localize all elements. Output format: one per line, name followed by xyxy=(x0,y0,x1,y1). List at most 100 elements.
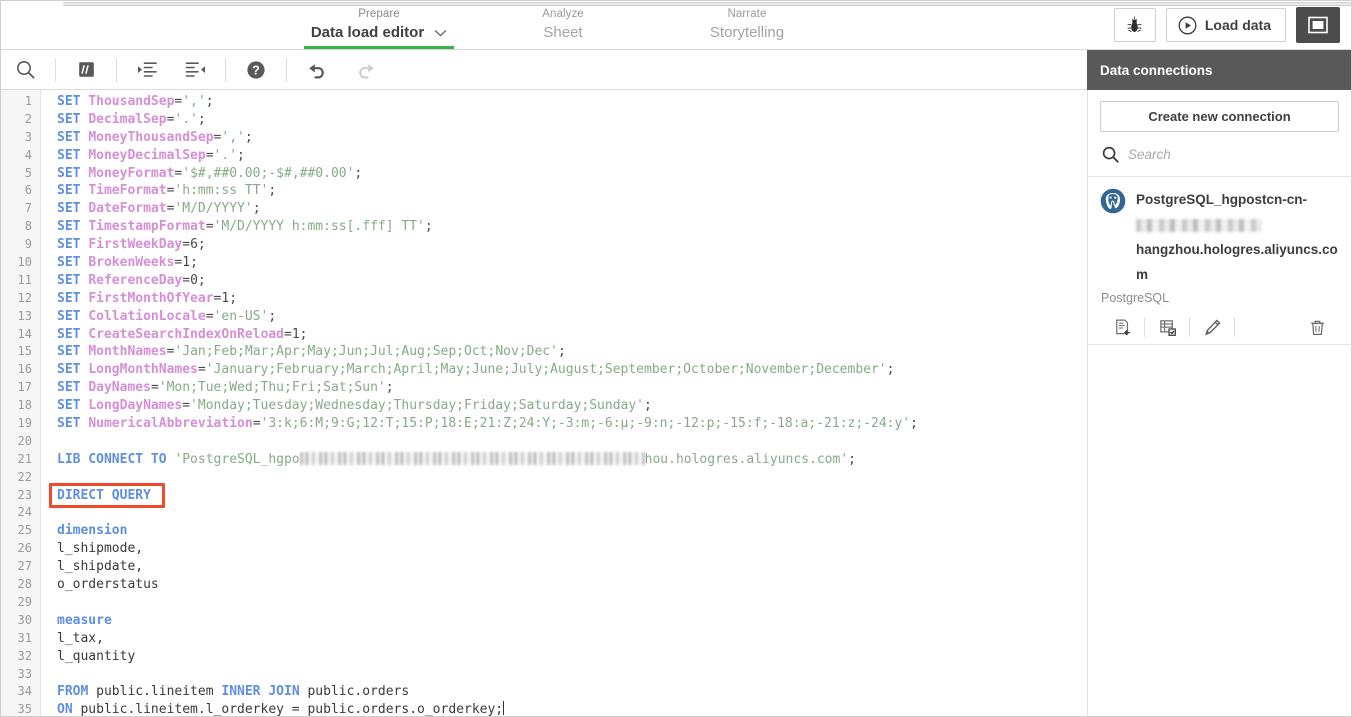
nav-tab-label-data-load-editor: Data load editor xyxy=(310,24,425,41)
line-number: 30 xyxy=(17,612,32,627)
line-number: 1 xyxy=(24,94,32,108)
code-line[interactable]: SET MoneyDecimalSep='.'; xyxy=(57,147,1087,165)
code-token: ; xyxy=(205,94,214,109)
line-number: 16 xyxy=(17,362,32,377)
search-input[interactable]: Search xyxy=(1128,147,1171,162)
code-token: MoneyFormat xyxy=(88,165,175,181)
code-line[interactable] xyxy=(57,504,1087,522)
line-number: 21 xyxy=(17,451,32,466)
nav-tab-data-load-editor[interactable]: Prepare Data load editor xyxy=(287,1,471,49)
code-line[interactable]: SET BrokenWeeks=1; xyxy=(57,254,1087,272)
line-number: 17 xyxy=(17,380,32,395)
code-token: LIB CONNECT TO xyxy=(57,451,175,467)
code-line[interactable]: SET LongMonthNames='January;February;Mar… xyxy=(57,361,1087,379)
edit-pencil-icon[interactable] xyxy=(1190,310,1234,344)
code-line[interactable]: measure xyxy=(57,612,1087,630)
code-token: SET xyxy=(57,183,89,199)
code-line[interactable]: l_quantity xyxy=(57,648,1087,666)
line-number: 26 xyxy=(17,541,32,556)
code-token: ; xyxy=(557,344,566,360)
code-token: INNER JOIN xyxy=(221,684,308,700)
code-line[interactable]: SET CreateSearchIndexOnReload=1; xyxy=(57,326,1087,344)
code-token: 'h:mm:ss TT' xyxy=(174,183,269,199)
code-token: '.' xyxy=(213,147,238,163)
code-token: FROM xyxy=(57,684,97,700)
comment-icon[interactable] xyxy=(62,50,110,89)
code-token: ; xyxy=(299,326,308,342)
code-line[interactable]: SET DecimalSep='.'; xyxy=(57,111,1087,129)
code-line[interactable]: SET TimestampFormat='M/D/YYYY h:mm:ss[.f… xyxy=(57,218,1087,236)
search-icon[interactable] xyxy=(1,50,49,89)
line-number: 11 xyxy=(17,272,32,287)
code-token: SET xyxy=(57,362,89,378)
code-token: 'PostgreSQL_hgpo xyxy=(174,451,300,467)
line-number: 2 xyxy=(24,111,32,126)
code-line[interactable]: SET CollationLocale='en-US'; xyxy=(57,308,1087,326)
code-token: ; xyxy=(197,272,206,288)
code-line[interactable]: l_tax, xyxy=(57,630,1087,648)
code-line[interactable]: SET NumericalAbbreviation='3:k;6:M;9:G;1… xyxy=(57,415,1087,433)
code-token: ; xyxy=(197,111,206,127)
code-line[interactable] xyxy=(57,469,1087,487)
load-data-button[interactable]: Load data xyxy=(1165,8,1286,42)
connection-type-label: PostgreSQL xyxy=(1101,291,1170,305)
code-token: dimension xyxy=(57,523,128,539)
create-new-connection-button[interactable]: Create new connection xyxy=(1100,101,1339,132)
code-line[interactable]: SET DateFormat='M/D/YYYY'; xyxy=(57,200,1087,218)
code-line[interactable]: l_shipdate, xyxy=(57,558,1087,576)
insert-connection-string-icon[interactable] xyxy=(1100,310,1144,344)
undo-icon[interactable] xyxy=(293,50,341,89)
code-line[interactable]: LIB CONNECT TO 'PostgreSQL_hgpo hou.holog… xyxy=(57,451,1087,469)
code-line[interactable] xyxy=(57,666,1087,684)
toggle-right-panel-button[interactable] xyxy=(1296,7,1340,43)
connection-name-line4: m xyxy=(1136,267,1149,282)
delete-trash-icon[interactable] xyxy=(1295,310,1339,344)
chevron-down-icon[interactable] xyxy=(434,29,447,37)
code-line[interactable]: SET MoneyThousandSep=','; xyxy=(57,129,1087,147)
nav-tab-sheet[interactable]: Analyze Sheet xyxy=(471,1,655,49)
nav-tab-storytelling[interactable]: Narrate Storytelling xyxy=(655,1,839,49)
code-line[interactable]: SET ThousandSep=','; xyxy=(57,93,1087,111)
indent-icon[interactable] xyxy=(123,50,171,89)
code-line[interactable]: l_shipmode, xyxy=(57,540,1087,558)
code-token: ; xyxy=(424,219,433,235)
code-line[interactable]: o_orderstatus xyxy=(57,576,1087,594)
code-token: LongMonthNames xyxy=(88,362,198,378)
code-token: l_tax, xyxy=(57,630,104,646)
code-token: TimestampFormat xyxy=(88,219,206,235)
code-line[interactable]: SET MonthNames='Jan;Feb;Mar;Apr;May;Jun;… xyxy=(57,343,1087,361)
code-line[interactable] xyxy=(57,433,1087,451)
code-line[interactable]: DIRECT QUERY xyxy=(57,487,1087,505)
code-line[interactable]: dimension xyxy=(57,522,1087,540)
code-line[interactable]: FROM public.lineitem INNER JOIN public.o… xyxy=(57,683,1087,701)
code-token: l_shipmode, xyxy=(57,541,144,557)
debug-button[interactable] xyxy=(1113,8,1156,42)
select-data-icon[interactable] xyxy=(1145,310,1189,344)
code-line[interactable] xyxy=(57,594,1087,612)
code-line[interactable]: SET ReferenceDay=0; xyxy=(57,272,1087,290)
code-token: 6 xyxy=(190,237,198,253)
main-body: 1 2 3 4 5 6 7 8 9 10 11 12 13 14 15 16 17 18 19 20 21 22 23 24 2… xyxy=(1,90,1351,716)
code-line[interactable]: SET FirstMonthOfYear=1; xyxy=(57,290,1087,308)
code-line[interactable]: SET TimeFormat='h:mm:ss TT'; xyxy=(57,182,1087,200)
outdent-icon[interactable] xyxy=(171,50,219,89)
code-line[interactable]: SET DayNames='Mon;Tue;Wed;Thu;Fri;Sat;Su… xyxy=(57,379,1087,397)
line-number: 20 xyxy=(17,433,32,448)
connection-name-line3: hangzhou.hologres.aliyuncs.co xyxy=(1136,242,1338,257)
code-line[interactable]: SET LongDayNames='Monday;Tuesday;Wednesd… xyxy=(57,397,1087,415)
code-content[interactable]: SET ThousandSep=','; SET DecimalSep='.'; S… xyxy=(41,90,1087,716)
code-token: public.lineitem.l_orderkey = public.orde… xyxy=(80,702,504,716)
code-token: DecimalSep xyxy=(88,111,167,127)
line-number: 5 xyxy=(24,165,32,180)
connection-list-item[interactable]: PostgreSQL_hgpostcn-cn-hangzhou.hologres… xyxy=(1088,177,1351,345)
code-token: DayNames xyxy=(88,380,151,396)
action-divider-3 xyxy=(1234,317,1235,337)
code-token: BrokenWeeks xyxy=(88,255,175,271)
code-line[interactable]: SET FirstWeekDay=6; xyxy=(57,236,1087,254)
connection-search-row[interactable]: Search xyxy=(1088,132,1351,177)
help-icon[interactable]: ? xyxy=(232,50,280,89)
code-line[interactable]: ON public.lineitem.l_orderkey = public.o… xyxy=(57,701,1087,716)
code-token: ; xyxy=(190,255,198,271)
code-editor[interactable]: 1 2 3 4 5 6 7 8 9 10 11 12 13 14 15 16 17 18 19 20 21 22 23 24 2… xyxy=(1,90,1087,716)
code-line[interactable]: SET MoneyFormat='$#,##0.00;-$#,##0.00'; xyxy=(57,165,1087,183)
